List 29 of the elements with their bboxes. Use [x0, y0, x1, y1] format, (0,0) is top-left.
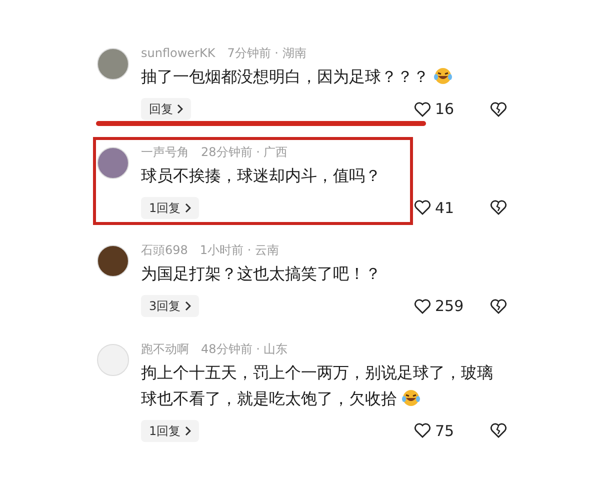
- like-count: 259: [435, 296, 464, 317]
- like-count: 16: [435, 99, 454, 120]
- chevron-right-icon: [184, 426, 191, 436]
- comment-meta: 一声号角 28分钟前 · 广西: [141, 144, 289, 160]
- comment-meta: 石頭698 1小时前 · 云南: [141, 242, 280, 259]
- comment-meta: sunflowerKK 7分钟前 · 湖南: [141, 45, 308, 62]
- heart-icon[interactable]: [414, 423, 431, 438]
- heart-icon[interactable]: [414, 102, 431, 117]
- heart-icon[interactable]: [414, 298, 431, 314]
- replies-button[interactable]: 回复: [141, 98, 191, 120]
- comment-text: 拘上个十五天，罚上个一两万，别说足球了，玻璃球也不看了，就是吃太饱了，欠收拾: [141, 362, 494, 410]
- heart-icon[interactable]: [414, 200, 431, 216]
- broken-heart-icon[interactable]: [490, 423, 507, 438]
- broken-heart-icon[interactable]: [490, 102, 507, 117]
- avatar[interactable]: [97, 245, 129, 277]
- comment-text: 球员不挨揍，球迷却内斗，值吗？: [141, 164, 382, 186]
- comment-text: 抽了一包烟都没想明白，因为足球？？？: [141, 64, 507, 90]
- chevron-right-icon: [184, 202, 191, 213]
- chevron-right-icon: [177, 104, 183, 114]
- replies-button[interactable]: 1回复: [141, 420, 199, 442]
- broken-heart-icon[interactable]: [490, 298, 507, 314]
- broken-heart-icon[interactable]: [490, 200, 507, 216]
- replies-button[interactable]: 3回复: [141, 295, 199, 318]
- comment-meta: 跑不动啊 48分钟前 · 山东: [141, 340, 289, 358]
- chevron-right-icon: [184, 301, 191, 312]
- replies-button[interactable]: 1回复: [141, 196, 199, 219]
- like-count: 41: [435, 198, 454, 218]
- comment-text: 为国足打架？这也太搞笑了吧！？: [141, 263, 382, 285]
- like-count: 75: [435, 420, 454, 442]
